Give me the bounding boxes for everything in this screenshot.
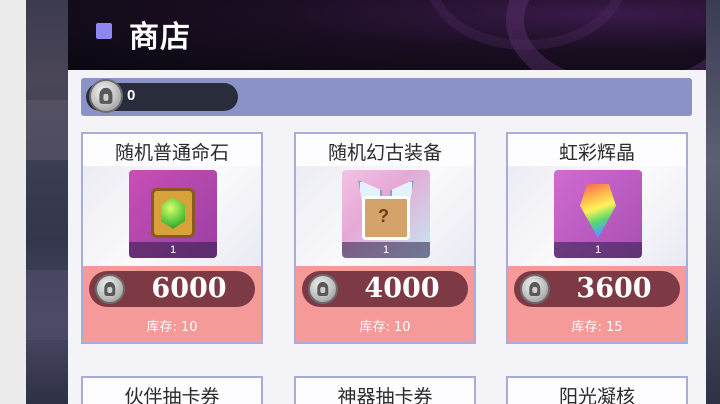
- buy-button[interactable]: 6000: [89, 271, 255, 307]
- item-price: 6000: [151, 273, 227, 304]
- helmet-coin-icon: [520, 274, 550, 304]
- page-title: 商店: [129, 20, 191, 55]
- price-area: 4000 库存: 10: [296, 266, 474, 342]
- shop-item-card[interactable]: 阳光凝核: [506, 376, 688, 404]
- item-stock: 库存: 10: [146, 320, 198, 335]
- shop-panel: 0 随机普通命石 1 6000 库存: 10 随机幻古装备 ? 1 4000 库…: [68, 70, 706, 404]
- currency-bar: 0: [81, 78, 692, 116]
- shop-item-card[interactable]: 随机幻古装备 ? 1 4000 库存: 10: [294, 132, 476, 344]
- item-price: 4000: [364, 273, 440, 304]
- item-quantity: 1: [129, 242, 217, 258]
- background-blur: [26, 100, 68, 160]
- background-blur: [26, 270, 68, 340]
- item-stock: 库存: 15: [571, 320, 623, 335]
- item-slot: 1: [129, 170, 217, 258]
- item-quantity: 1: [342, 242, 430, 258]
- shop-header: 商店: [68, 0, 706, 70]
- helmet-coin-icon: [89, 79, 123, 113]
- shop-item-card[interactable]: 神器抽卡券: [294, 376, 476, 404]
- item-name: 伙伴抽卡券: [124, 386, 220, 404]
- shop-item-card[interactable]: 随机普通命石 1 6000 库存: 10: [81, 132, 263, 344]
- item-name: 神器抽卡券: [337, 386, 433, 404]
- price-area: 3600 库存: 15: [508, 266, 686, 342]
- buy-button[interactable]: 3600: [514, 271, 680, 307]
- shop-item-card[interactable]: 虹彩辉晶 1 3600 库存: 15: [506, 132, 688, 344]
- background-edge: [0, 0, 26, 404]
- item-name: 随机普通命石: [114, 142, 229, 164]
- shop-item-card[interactable]: 伙伴抽卡券: [81, 376, 263, 404]
- item-slot: 1: [554, 170, 642, 258]
- item-name: 阳光凝核: [558, 386, 635, 404]
- currency-display[interactable]: 0: [86, 79, 238, 113]
- helmet-coin-icon: [308, 274, 338, 304]
- helmet-coin-icon: [95, 274, 125, 304]
- title-marker-icon: [96, 23, 112, 39]
- background-right: [706, 0, 720, 404]
- background-left: [0, 0, 68, 404]
- item-quantity: 1: [554, 242, 642, 258]
- item-slot: ? 1: [342, 170, 430, 258]
- item-name: 随机幻古装备: [327, 142, 442, 164]
- currency-amount: 0: [127, 87, 136, 104]
- item-stock: 库存: 10: [359, 320, 411, 335]
- item-price: 3600: [576, 273, 652, 304]
- buy-button[interactable]: 4000: [302, 271, 468, 307]
- item-name: 虹彩辉晶: [558, 142, 635, 164]
- price-area: 6000 库存: 10: [83, 266, 261, 342]
